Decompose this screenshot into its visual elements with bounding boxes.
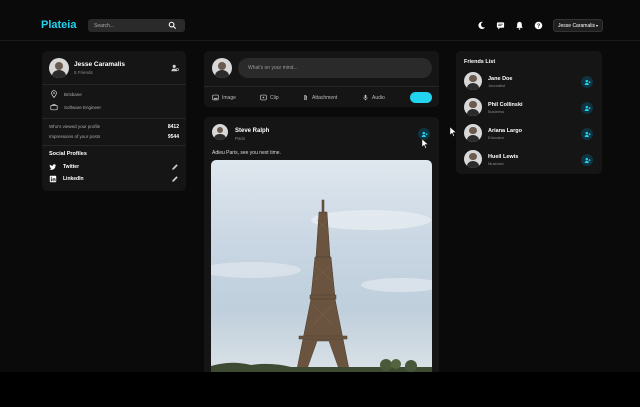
post-photo[interactable]	[211, 160, 432, 372]
friend-role: Journalist	[488, 83, 506, 88]
social-link-linkedin[interactable]: LinkedIn	[63, 176, 84, 182]
screen-bottom-bar	[0, 372, 640, 407]
stat-label: Who's viewed your profile	[49, 124, 101, 129]
friends-list-title: Friends List	[464, 59, 496, 65]
chat-icon[interactable]	[496, 21, 505, 30]
friend-name[interactable]: Hueil Lewis	[488, 154, 518, 160]
profile-friends-count: 5 Friends	[74, 70, 93, 75]
composer-input[interactable]: What's on your mind...	[238, 58, 432, 78]
eiffel-tower-image	[211, 199, 432, 372]
top-navbar: Plateia Search... ? Jesse Caramalis ▾	[0, 12, 640, 40]
add-friend-icon	[584, 105, 591, 111]
profile-location: Brisbane	[64, 92, 82, 97]
add-friend-button[interactable]	[581, 154, 593, 166]
chevron-down-icon: ▾	[595, 23, 598, 28]
briefcase-icon	[50, 104, 58, 111]
search-placeholder: Search...	[94, 22, 115, 29]
user-menu-button[interactable]: Jesse Caramalis ▾	[553, 19, 603, 32]
post-text: Adieu Paris, see you next time.	[212, 150, 281, 156]
location-pin-icon	[51, 90, 57, 98]
friend-name[interactable]: Ariana Largo	[488, 128, 522, 134]
friend-avatar[interactable]	[464, 72, 482, 90]
profile-avatar[interactable]	[49, 58, 69, 78]
composer-action-label: Attachment	[312, 94, 338, 101]
nav-divider	[0, 40, 640, 41]
add-friend-button[interactable]	[581, 76, 593, 88]
social-profiles-title: Social Profiles	[49, 151, 87, 157]
composer-action-label: Clip	[270, 94, 279, 101]
friend-avatar[interactable]	[464, 124, 482, 142]
friend-role: Educator	[488, 135, 505, 140]
composer-clip-button[interactable]: Clip	[260, 94, 279, 101]
video-clip-icon	[260, 94, 267, 101]
post-author-avatar[interactable]	[212, 124, 228, 140]
composer-attachment-button[interactable]: Attachment	[302, 94, 337, 101]
add-friend-button[interactable]	[581, 128, 593, 140]
mouse-cursor-icon	[450, 127, 457, 137]
search-input[interactable]: Search...	[88, 19, 185, 32]
add-friend-button[interactable]	[581, 102, 593, 114]
svg-text:?: ?	[537, 23, 540, 29]
post-location: Paris	[235, 136, 246, 141]
profile-divider	[42, 118, 186, 119]
user-menu-label: Jesse Caramalis	[558, 22, 595, 29]
post-submit-button[interactable]	[410, 92, 432, 103]
add-friend-icon	[584, 157, 591, 163]
app-window: Plateia Search... ? Jesse Caramalis ▾ Je…	[0, 0, 640, 372]
microphone-icon	[363, 94, 368, 101]
stat-value: 9544	[167, 134, 179, 140]
friend-avatar[interactable]	[464, 150, 482, 168]
edit-icon[interactable]	[171, 175, 179, 183]
add-friend-icon	[584, 79, 591, 85]
friend-role: Musician	[488, 161, 504, 166]
composer-placeholder: What's on your mind...	[248, 65, 298, 71]
attachment-icon	[304, 94, 307, 101]
social-link-twitter[interactable]: Twitter	[63, 164, 79, 170]
friend-avatar[interactable]	[464, 98, 482, 116]
post-author-name[interactable]: Steve Ralph	[235, 128, 269, 134]
composer-image-button[interactable]: Image	[212, 94, 236, 101]
composer-divider	[204, 86, 439, 87]
edit-icon[interactable]	[171, 163, 179, 171]
friends-list-card: Friends List Jane Doe Journalist Phil Co…	[456, 51, 602, 174]
composer-action-label: Image	[222, 94, 236, 101]
brand-logo[interactable]: Plateia	[41, 19, 76, 31]
mouse-cursor-icon	[422, 139, 429, 149]
friend-role: Business	[488, 109, 505, 114]
stat-value: 8412	[167, 124, 179, 130]
image-icon	[212, 94, 219, 101]
add-friend-icon	[584, 131, 591, 137]
profile-card: Jesse Caramalis 5 Friends Brisbane Softw…	[42, 51, 186, 191]
profile-divider	[42, 84, 186, 85]
profile-job: Software Engineer	[64, 105, 102, 110]
post-composer: What's on your mind... Image Clip Attach…	[204, 51, 439, 107]
add-friend-icon	[421, 131, 428, 137]
friend-name[interactable]: Phil Collinski	[488, 102, 523, 108]
bell-icon[interactable]	[515, 21, 524, 30]
profile-divider	[42, 145, 186, 146]
twitter-icon[interactable]	[49, 163, 57, 171]
profile-name[interactable]: Jesse Caramalis	[74, 61, 125, 68]
moon-icon[interactable]	[477, 21, 486, 30]
help-icon[interactable]: ?	[534, 21, 543, 30]
composer-action-label: Audio	[372, 94, 385, 101]
search-icon[interactable]	[168, 21, 177, 30]
linkedin-icon[interactable]	[49, 175, 57, 183]
manage-accounts-icon[interactable]	[171, 64, 179, 72]
composer-audio-button[interactable]: Audio	[362, 94, 385, 101]
stat-label: Impressions of your posts	[49, 134, 101, 139]
friend-name[interactable]: Jane Doe	[488, 76, 512, 82]
composer-avatar	[212, 58, 232, 78]
